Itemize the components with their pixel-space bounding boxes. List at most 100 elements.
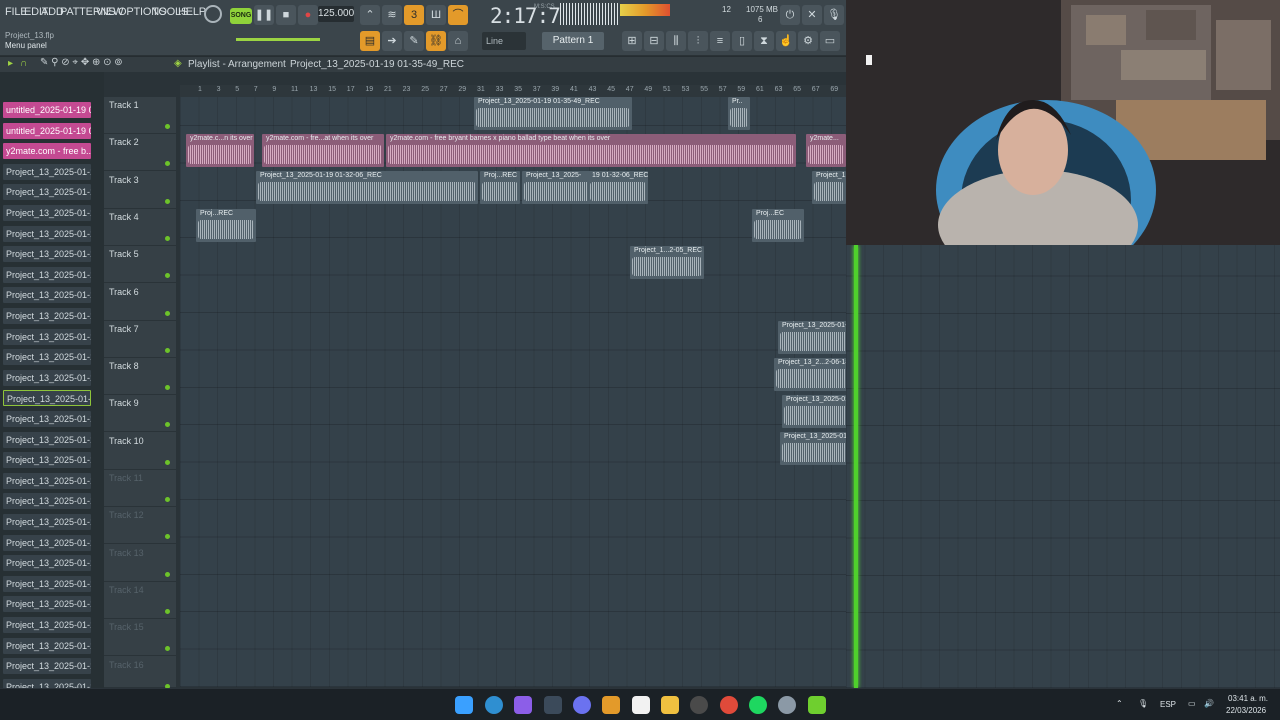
browser-item[interactable]: untitled_2025-01-19 00-... bbox=[3, 102, 91, 118]
network-icon[interactable]: ▭ bbox=[1188, 699, 1196, 708]
notepad-icon[interactable] bbox=[632, 696, 650, 714]
power-icon[interactable]: ⏻ bbox=[780, 5, 800, 25]
browser-item[interactable]: Project_13_2025-01-19.. bbox=[3, 411, 91, 427]
browser-item[interactable]: Project_13_2025-01-19.. bbox=[3, 184, 91, 201]
microphone-icon[interactable]: 🎙 bbox=[824, 5, 844, 25]
browser-item[interactable]: Project_13_2025-01-19.. bbox=[3, 658, 91, 675]
loop-record-icon[interactable]: ⌒ bbox=[448, 5, 468, 25]
browser-item[interactable]: Project_13_2025-01-19.. bbox=[3, 472, 91, 489]
app-icon[interactable] bbox=[808, 696, 826, 714]
track-mute-led[interactable] bbox=[165, 459, 170, 465]
playhead[interactable] bbox=[854, 245, 858, 688]
start-icon[interactable] bbox=[455, 696, 473, 714]
mixer-icon[interactable]: ⊞ bbox=[622, 31, 642, 51]
track-mute-led[interactable] bbox=[165, 422, 170, 428]
clock[interactable]: 03:41 a. m. bbox=[1228, 694, 1268, 703]
timeline-ruler[interactable]: 1 3 5 7 9 11 13 15 17 19 21 23 25 27 29 31 33 35 37 39 41 43 4… bbox=[180, 85, 846, 97]
track-mute-led[interactable] bbox=[165, 347, 170, 353]
browser-item[interactable]: Project_13_2025-01-19.. bbox=[3, 431, 91, 448]
gear-icon[interactable]: ⚙ bbox=[798, 31, 818, 51]
audio-clip[interactable]: Project_13_2025-01-19 01-32-06_REC bbox=[256, 171, 478, 204]
menu-help[interactable]: HELP bbox=[178, 6, 206, 18]
magnet-icon[interactable]: ∩ bbox=[20, 58, 27, 69]
playlist-grid-extension[interactable] bbox=[846, 245, 1280, 688]
song-mode-button[interactable]: SONG bbox=[230, 8, 252, 24]
playlist-view-icon[interactable]: ▤ bbox=[360, 31, 380, 51]
browser-item[interactable]: Project_13_2025-01-19.. bbox=[3, 390, 91, 407]
track-mute-led[interactable] bbox=[165, 497, 170, 502]
audio-clip[interactable]: Pr.. bbox=[728, 97, 750, 130]
master-volume-slider[interactable] bbox=[236, 38, 320, 41]
browser-item[interactable]: Project_13_2025-01-19.. bbox=[3, 452, 91, 469]
notes-icon[interactable]: ▯ bbox=[732, 31, 752, 51]
tray-chevron-icon[interactable]: ⌃ bbox=[1116, 699, 1123, 708]
plugin-picker-icon[interactable]: ≡ bbox=[710, 31, 730, 51]
browser-item[interactable]: Project_13_2025-01-19.. bbox=[3, 617, 91, 633]
arrow-icon[interactable]: ➔ bbox=[382, 31, 402, 51]
browser-item[interactable]: Project_13_2025-01-19.. bbox=[3, 637, 91, 654]
tempo-tapper-icon[interactable]: ⧗ bbox=[754, 31, 774, 51]
browser-item[interactable]: Project_13_2025-01-19.. bbox=[3, 287, 91, 304]
stamp-icon[interactable]: ⌂ bbox=[448, 31, 468, 51]
browser-item[interactable]: Project_13_2025-01-19.. bbox=[3, 596, 91, 613]
browser-item[interactable]: Project_13_2025-01-19.. bbox=[3, 555, 91, 572]
plugin-icon[interactable]: ✕ bbox=[802, 5, 822, 25]
audio-clip[interactable]: Proj...EC bbox=[752, 209, 804, 242]
copilot-icon[interactable] bbox=[514, 696, 532, 714]
track-mute-led[interactable] bbox=[165, 235, 170, 241]
metronome-icon[interactable]: ⌃ bbox=[360, 5, 380, 25]
browser-item[interactable]: Project_13_2025-01-19.. bbox=[3, 246, 91, 263]
browser-item[interactable]: Project_13_2025-01-19.. bbox=[3, 575, 91, 592]
browser-item[interactable]: untitled_2025-01-19 00-... bbox=[3, 122, 91, 139]
track-mute-led[interactable] bbox=[165, 198, 170, 204]
minimize-icon[interactable]: ▭ bbox=[820, 31, 840, 51]
pattern-song-dial-icon[interactable] bbox=[204, 5, 222, 23]
pencil-icon[interactable]: ✎ bbox=[404, 31, 424, 51]
menu-arrow-icon[interactable]: ▸ bbox=[8, 58, 13, 69]
browser-item[interactable]: y2mate.com - free b... bbox=[3, 143, 91, 160]
browser-item[interactable]: Project_13_2025-01-19.. bbox=[3, 225, 91, 242]
tools-strip[interactable]: ✎ ⚲ ⊘ ⌖ ✥ ⊕ ⊙ ⊚ bbox=[40, 57, 123, 68]
pattern-selector[interactable]: Pattern 1 bbox=[542, 32, 604, 50]
track-mute-led[interactable] bbox=[165, 571, 170, 577]
obs-icon[interactable] bbox=[690, 696, 708, 714]
file-explorer-icon[interactable] bbox=[661, 696, 679, 714]
browser-item[interactable]: Project_13_2025-01-19.. bbox=[3, 369, 91, 386]
browser-item[interactable]: Project_13_2025-01-19.. bbox=[3, 205, 91, 221]
snap-selector[interactable]: Line bbox=[482, 32, 526, 50]
audio-clip[interactable]: 19 01-32-06_REC bbox=[588, 171, 648, 204]
fl-studio-icon[interactable] bbox=[602, 696, 620, 714]
widget-icon[interactable] bbox=[544, 696, 562, 714]
track-mute-led[interactable] bbox=[165, 534, 170, 540]
audio-clip[interactable]: y2mate.com - fre...at when its over bbox=[262, 134, 384, 167]
browser-item[interactable]: Project_13_2025-01-19.. bbox=[3, 349, 91, 366]
mic-tray-icon[interactable]: 🎙 bbox=[1138, 699, 1148, 708]
track-mute-led[interactable] bbox=[165, 273, 170, 279]
browser-item[interactable]: Project_13_2025-01-19.. bbox=[3, 493, 91, 510]
track-mute-led[interactable] bbox=[165, 310, 170, 316]
chrome-icon[interactable] bbox=[720, 696, 738, 714]
audio-clip[interactable]: y2mate.com - free bryant barnes x piano … bbox=[386, 134, 796, 167]
audio-clip[interactable]: Project_13_2025-01-19 01-35-49_REC bbox=[474, 97, 632, 130]
track-mute-led[interactable] bbox=[165, 385, 170, 391]
tempo-display[interactable]: 125.000 bbox=[318, 6, 354, 22]
audio-clip[interactable]: Proj...REC bbox=[196, 209, 256, 242]
browser-item[interactable]: Project_13_2025-01-19.. bbox=[3, 266, 91, 283]
audio-clip[interactable]: y2mate.c...n its over bbox=[186, 134, 254, 167]
browser-item[interactable]: Project_13_2025-01-19.. bbox=[3, 308, 91, 324]
wait-input-icon[interactable]: ≋ bbox=[382, 5, 402, 25]
edge-icon[interactable] bbox=[485, 696, 503, 714]
touch-icon[interactable]: ☝ bbox=[776, 31, 796, 51]
playlist-play-icon[interactable]: ◈ bbox=[174, 58, 182, 69]
audio-clip[interactable]: Proj...REC bbox=[480, 171, 520, 204]
track-mute-led[interactable] bbox=[165, 124, 170, 129]
play-button[interactable]: ❚❚ bbox=[254, 5, 274, 25]
track-mute-led[interactable] bbox=[165, 646, 170, 652]
audio-clip[interactable]: Project_1...2-05_REC bbox=[630, 246, 704, 279]
track-mute-led[interactable] bbox=[165, 161, 170, 167]
countdown-icon[interactable]: 3 bbox=[404, 5, 424, 25]
track-mute-led[interactable] bbox=[165, 608, 170, 614]
audio-clip[interactable]: Project_1... bbox=[812, 171, 846, 204]
browser-icon[interactable]: ⫶ bbox=[688, 31, 708, 51]
discord-icon[interactable] bbox=[573, 696, 591, 714]
